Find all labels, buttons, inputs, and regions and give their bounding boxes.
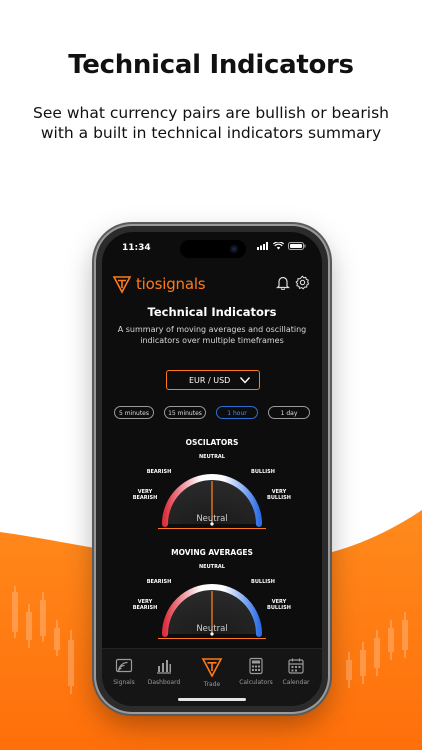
oscillators-title: OSCILATORS	[185, 438, 239, 447]
gauge-label-very-bullish: VERY BULLISH	[264, 489, 294, 501]
status-icons	[257, 242, 306, 250]
brand-name: tiosignals	[136, 275, 206, 293]
tio-logo-icon	[112, 276, 132, 294]
dashboard-icon	[157, 660, 171, 674]
gauge-label-bullish: BULLISH	[251, 579, 275, 585]
calculator-icon	[249, 657, 263, 675]
tab-calculators[interactable]: Calculators	[236, 657, 276, 686]
gauge-label-very-bearish: VERY BEARISH	[130, 489, 160, 501]
status-time: 11:34	[122, 243, 151, 253]
page-description: A summary of moving averages and oscilla…	[117, 325, 307, 345]
tab-trade[interactable]: Trade	[192, 657, 232, 688]
tab-signals[interactable]: Signals	[104, 657, 144, 686]
page-title: Technical Indicators	[147, 305, 277, 319]
oscillators-result: Neutral	[158, 512, 266, 529]
battery-icon	[288, 242, 306, 250]
gauge-label-bullish: BULLISH	[251, 469, 275, 475]
very-bullish-line2: BULLISH	[267, 605, 291, 611]
currency-pair-dropdown[interactable]: EUR / USD	[166, 370, 260, 390]
tab-calendar[interactable]: Calendar	[276, 657, 316, 686]
very-bullish-line2: BULLISH	[267, 495, 291, 501]
tab-label: Signals	[113, 679, 135, 686]
tab-label: Dashboard	[147, 679, 181, 686]
calendar-icon	[288, 658, 304, 674]
gauge-label-bearish: BEARISH	[146, 469, 172, 475]
trade-icon	[201, 658, 223, 677]
gauge-label-very-bullish: VERY BULLISH	[264, 599, 294, 611]
app-header: tiosignals	[112, 272, 312, 296]
very-bearish-line2: BEARISH	[132, 495, 158, 501]
currency-pair-value: EUR / USD	[189, 376, 231, 385]
tab-label: Calendar	[282, 679, 310, 686]
gauge-label-neutral: NEUTRAL	[199, 564, 225, 570]
chevron-down-icon	[239, 377, 251, 384]
brand-logo[interactable]: tiosignals	[112, 274, 206, 294]
tab-label: Trade	[203, 681, 221, 688]
tab-dashboard[interactable]: Dashboard	[144, 657, 184, 686]
bell-icon[interactable]	[276, 275, 290, 290]
timeframe-1-day[interactable]: 1 day	[268, 406, 310, 419]
timeframe-1-hour[interactable]: 1 hour	[216, 406, 258, 419]
wifi-icon	[273, 242, 284, 250]
timeframe-5-minutes[interactable]: 5 minutes	[114, 406, 154, 419]
phone-screen: 11:34 tiosignals Technical Indicators A …	[102, 232, 322, 706]
cellular-signal-icon	[257, 242, 268, 250]
signals-icon	[115, 658, 133, 673]
gauge-label-bearish: BEARISH	[146, 579, 172, 585]
dynamic-island	[180, 240, 246, 258]
timeframe-15-minutes[interactable]: 15 minutes	[164, 406, 206, 419]
camera-icon	[230, 245, 238, 253]
gear-icon[interactable]	[295, 275, 310, 290]
phone-frame: 11:34 tiosignals Technical Indicators A …	[96, 226, 328, 712]
promo-headline: Technical Indicators	[68, 50, 354, 80]
promo-subline: See what currency pairs are bullish or b…	[33, 104, 389, 142]
gauge-label-neutral: NEUTRAL	[199, 454, 225, 460]
moving-averages-result: Neutral	[158, 622, 266, 639]
home-indicator	[178, 698, 246, 701]
moving-averages-title: MOVING AVERAGES	[171, 548, 253, 557]
tab-label: Calculators	[239, 679, 273, 686]
timeframe-selector: 5 minutes 15 minutes 1 hour 1 day	[114, 406, 310, 420]
very-bearish-line2: BEARISH	[132, 605, 158, 611]
gauge-label-very-bearish: VERY BEARISH	[130, 599, 160, 611]
